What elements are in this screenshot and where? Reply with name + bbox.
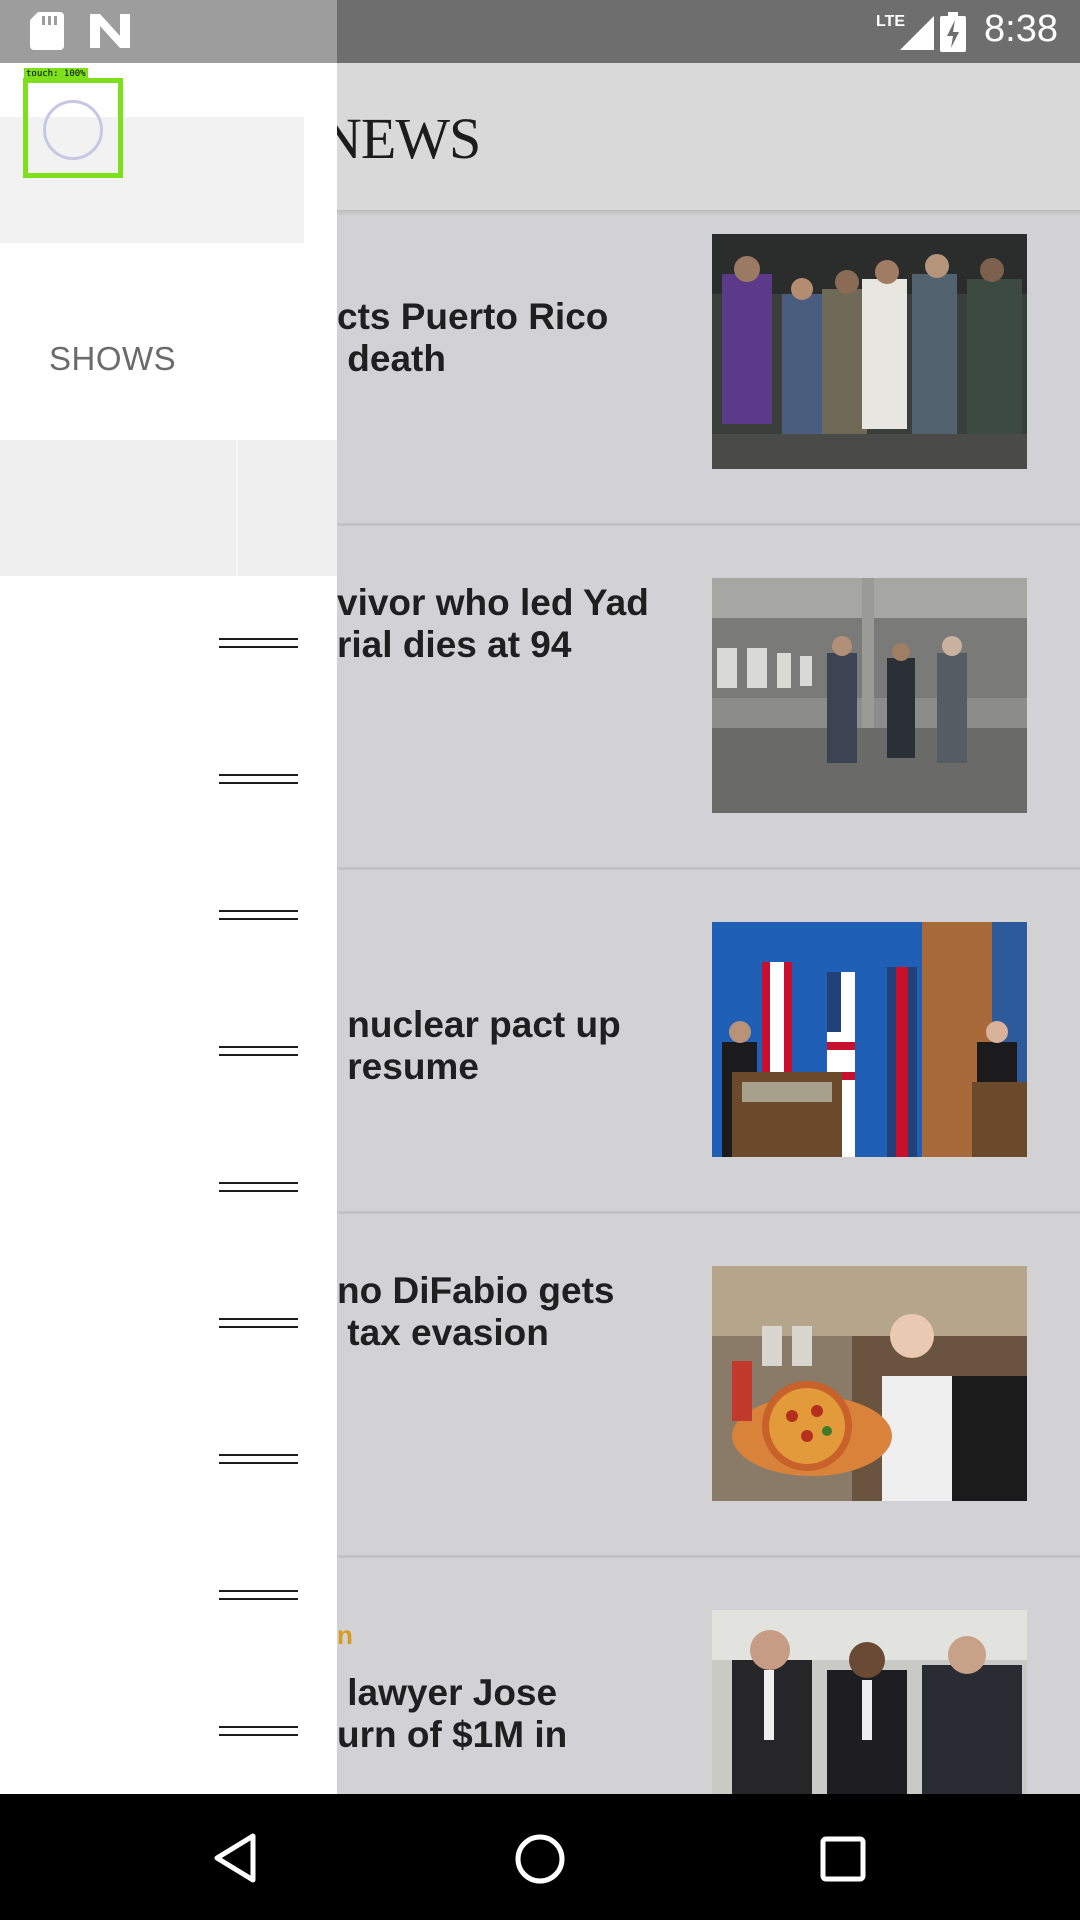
article-image[interactable] — [712, 1266, 1027, 1501]
photo-court-men — [712, 1610, 1027, 1794]
photo-crowd-embrace — [712, 234, 1027, 469]
sd-card-icon — [30, 12, 64, 50]
back-icon[interactable] — [213, 1833, 257, 1883]
photo-pizza-chef — [712, 1266, 1027, 1501]
article-image[interactable] — [712, 234, 1027, 469]
recents-icon[interactable] — [820, 1836, 866, 1882]
battery-charging-icon — [940, 12, 966, 52]
article-title: cts Puerto Rico death — [337, 296, 609, 379]
app-logo: NEWS — [320, 106, 481, 171]
drag-handle-icon[interactable] — [219, 1590, 298, 1602]
drag-handle-icon[interactable] — [219, 910, 298, 922]
photo-diplomats-flags — [712, 922, 1027, 1157]
drawer-row-divider — [236, 440, 238, 576]
drag-handle-icon[interactable] — [219, 1182, 298, 1194]
article-image[interactable] — [712, 922, 1027, 1157]
n-logo-icon — [90, 14, 130, 48]
drag-handle-icon[interactable] — [219, 774, 298, 786]
drag-handle-icon[interactable] — [219, 638, 298, 650]
drag-handle-icon[interactable] — [219, 1454, 298, 1466]
article-image[interactable] — [712, 578, 1027, 813]
article-title: no DiFabio gets tax evasion — [337, 1270, 615, 1353]
article-title: nuclear pact up resume — [347, 1004, 621, 1087]
article-image[interactable] — [712, 1610, 1027, 1794]
article-title: vivor who led Yad rial dies at 94 — [337, 582, 649, 665]
drag-handle-icon[interactable] — [219, 1726, 298, 1738]
article-title: lawyer Jose urn of $1M in — [337, 1672, 568, 1755]
signal-icon: LTE — [876, 13, 934, 50]
drawer-selected-row[interactable] — [0, 440, 337, 576]
network-label: LTE — [876, 13, 905, 30]
article-tag: n — [337, 1620, 353, 1650]
photo-warehouse-men — [712, 578, 1027, 813]
home-icon[interactable] — [514, 1833, 566, 1885]
touch-point-circle — [43, 100, 103, 160]
drag-handle-icon[interactable] — [219, 1318, 298, 1330]
drawer-section-shows[interactable]: SHOWS — [49, 340, 176, 378]
status-clock: 8:38 — [984, 8, 1058, 50]
drag-handle-icon[interactable] — [219, 1046, 298, 1058]
